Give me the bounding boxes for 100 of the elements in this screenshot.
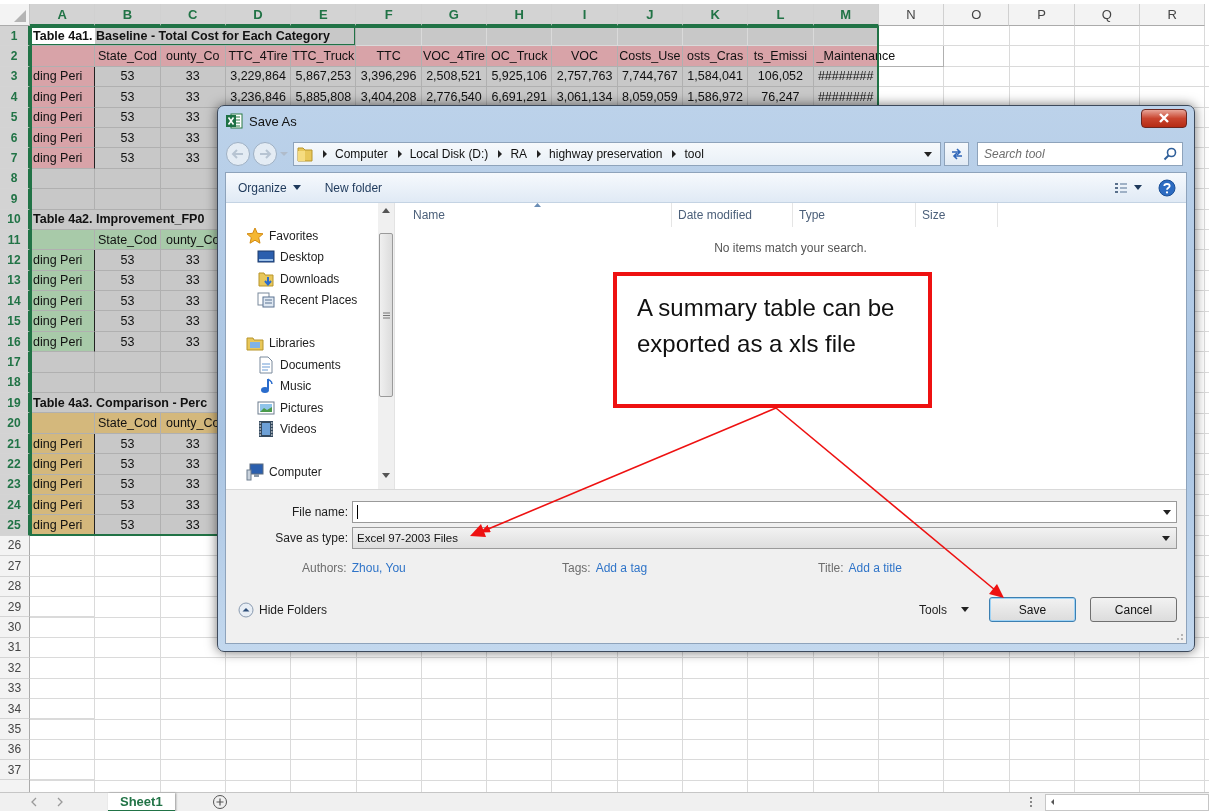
row-header[interactable]: 24 xyxy=(0,495,30,516)
address-bar[interactable]: Computer Local Disk (D:) RA highway preservation tool xyxy=(293,142,941,166)
view-menu[interactable] xyxy=(1114,181,1142,194)
row-header[interactable]: 8 xyxy=(0,168,30,190)
row-header[interactable]: 4 xyxy=(0,87,30,108)
row-header[interactable]: 6 xyxy=(0,127,30,149)
nav-item[interactable]: Videos xyxy=(226,418,378,440)
row-header[interactable]: 2 xyxy=(0,46,30,67)
row-header[interactable]: 18 xyxy=(0,372,30,394)
nav-item[interactable]: Computer xyxy=(226,461,378,483)
row-header[interactable]: 13 xyxy=(0,270,30,292)
column-header[interactable]: L xyxy=(748,4,814,26)
row-header[interactable]: 31 xyxy=(0,637,30,659)
hide-folders-button[interactable]: Hide Folders xyxy=(238,601,328,618)
column-header[interactable]: F xyxy=(356,4,422,26)
breadcrumb-arrow-icon[interactable] xyxy=(322,150,328,158)
column-header[interactable]: P xyxy=(1009,4,1075,26)
dialog-button[interactable]: Cancel xyxy=(1090,597,1177,622)
column-header[interactable]: I xyxy=(552,4,618,26)
more-icon[interactable] xyxy=(1029,796,1033,808)
property-link[interactable]: Zhou, You xyxy=(351,561,406,575)
row-header[interactable]: 16 xyxy=(0,331,30,353)
breadcrumb-arrow-icon[interactable] xyxy=(497,150,504,158)
row-header[interactable]: 29 xyxy=(0,596,30,618)
row-header[interactable]: 27 xyxy=(0,556,30,577)
row-header[interactable]: 3 xyxy=(0,66,30,88)
nav-item[interactable]: Desktop xyxy=(226,246,378,268)
column-header[interactable]: N xyxy=(878,4,945,26)
column-header[interactable]: E xyxy=(291,4,357,26)
column-header[interactable]: B xyxy=(95,4,161,26)
breadcrumb-arrow-icon[interactable] xyxy=(671,150,678,158)
row-header[interactable]: 26 xyxy=(0,535,30,557)
nav-item[interactable]: Music xyxy=(226,375,378,397)
column-header[interactable]: Type xyxy=(793,203,916,227)
breadcrumb-item[interactable]: RA xyxy=(510,147,528,161)
row-header[interactable]: 28 xyxy=(0,576,30,597)
row-header[interactable]: 19 xyxy=(0,393,30,414)
row-header[interactable]: 35 xyxy=(0,719,30,740)
organize-menu[interactable]: Organize xyxy=(238,180,301,195)
row-header[interactable]: 17 xyxy=(0,352,30,373)
column-header[interactable]: G xyxy=(421,4,488,26)
nav-item[interactable]: Downloads xyxy=(226,268,378,290)
nav-item[interactable]: Libraries xyxy=(226,332,378,354)
row-header[interactable]: 14 xyxy=(0,291,30,312)
row-header[interactable]: 21 xyxy=(0,433,30,455)
tools-menu[interactable]: Tools xyxy=(919,602,969,617)
row-header[interactable]: 37 xyxy=(0,760,30,781)
row-header[interactable]: 12 xyxy=(0,250,30,271)
column-header[interactable]: R xyxy=(1140,4,1206,26)
row-header[interactable]: 32 xyxy=(0,658,30,679)
column-header[interactable]: D xyxy=(225,4,292,26)
dropdown-caret-icon[interactable] xyxy=(1163,510,1171,515)
column-header[interactable]: Size xyxy=(916,203,998,227)
breadcrumb-item[interactable]: highway preservation xyxy=(549,147,663,161)
file-name-field[interactable] xyxy=(352,501,1177,523)
row-header[interactable]: 22 xyxy=(0,454,30,475)
sheet-tab[interactable]: Sheet1 xyxy=(108,792,175,811)
row-header[interactable]: 20 xyxy=(0,413,30,434)
horizontal-scrollbar[interactable] xyxy=(1045,793,1209,811)
help-icon[interactable] xyxy=(1158,178,1176,197)
row-header[interactable]: 34 xyxy=(0,698,30,720)
row-header[interactable]: 11 xyxy=(0,229,30,251)
nav-item[interactable]: Recent Places xyxy=(226,289,378,311)
refresh-button[interactable] xyxy=(944,142,969,166)
property-link[interactable]: Add a tag xyxy=(595,561,648,575)
column-header[interactable]: Q xyxy=(1074,4,1141,26)
column-header[interactable]: H xyxy=(487,4,553,26)
row-header[interactable]: 10 xyxy=(0,209,30,230)
close-button[interactable] xyxy=(1141,108,1187,128)
breadcrumb-item[interactable]: Computer xyxy=(335,147,388,161)
row-header[interactable]: 23 xyxy=(0,474,30,495)
dropdown-caret-icon[interactable] xyxy=(924,151,932,157)
row-header[interactable]: 15 xyxy=(0,311,30,332)
row-header[interactable]: 9 xyxy=(0,189,30,210)
row-header[interactable]: 7 xyxy=(0,148,30,169)
row-header[interactable]: 36 xyxy=(0,739,30,761)
nav-item[interactable]: Favorites xyxy=(226,225,378,247)
row-header[interactable]: 25 xyxy=(0,515,30,536)
breadcrumb-item[interactable]: tool xyxy=(684,147,704,161)
column-header[interactable]: Date modified xyxy=(672,203,793,227)
column-header[interactable]: J xyxy=(617,4,683,26)
breadcrumb-arrow-icon[interactable] xyxy=(536,150,543,158)
search-field[interactable]: Search tool xyxy=(977,142,1183,166)
row-header[interactable]: 5 xyxy=(0,107,30,128)
column-header[interactable]: K xyxy=(682,4,749,26)
row-header[interactable]: 1 xyxy=(0,26,30,47)
dialog-button[interactable]: Save xyxy=(989,597,1076,622)
vertical-scrollbar[interactable] xyxy=(378,203,394,489)
breadcrumb-item[interactable]: Local Disk (D:) xyxy=(409,147,489,161)
column-header[interactable]: A xyxy=(30,4,96,26)
nav-item[interactable]: Pictures xyxy=(226,397,378,419)
add-sheet-icon[interactable] xyxy=(211,794,228,810)
breadcrumb-arrow-icon[interactable] xyxy=(396,150,403,158)
property-link[interactable]: Add a title xyxy=(848,561,902,575)
column-header[interactable]: M xyxy=(813,4,879,26)
column-header[interactable]: C xyxy=(160,4,226,26)
column-header[interactable]: Name xyxy=(395,203,672,227)
nav-item[interactable]: Documents xyxy=(226,354,378,376)
column-header[interactable]: O xyxy=(944,4,1010,26)
row-header[interactable]: 30 xyxy=(0,617,30,638)
